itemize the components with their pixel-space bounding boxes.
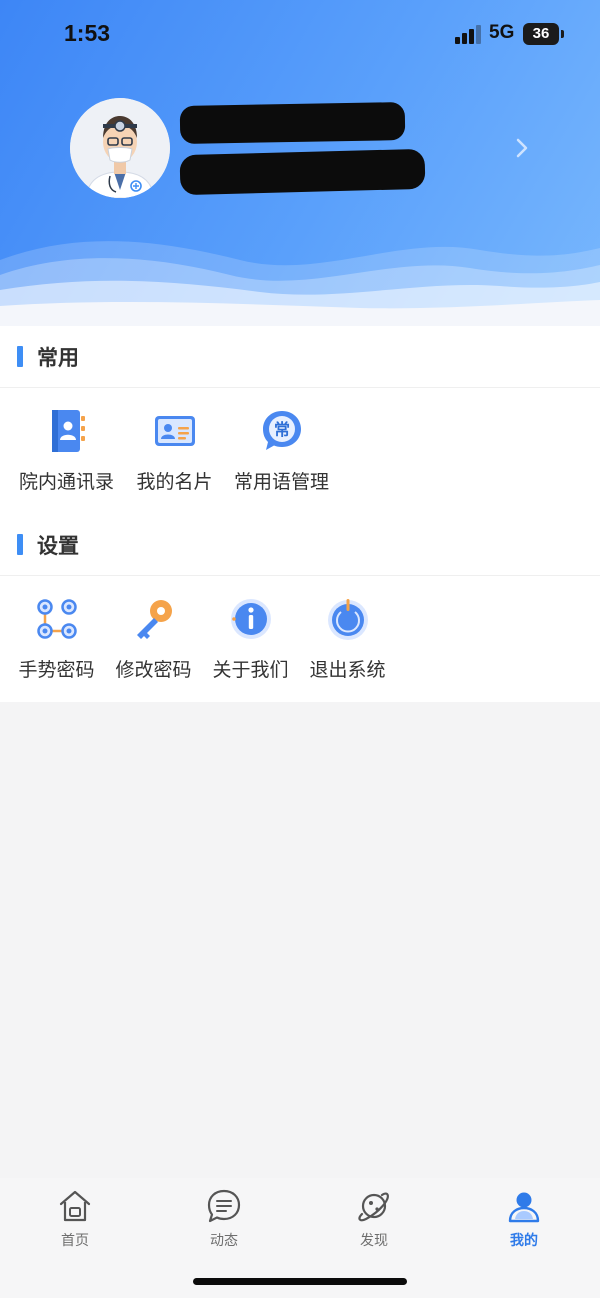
gesture-pattern-icon (36, 599, 77, 639)
section-settings: 设置 手势密码 修改密码 关于我们 退出系统 (0, 514, 600, 702)
logout-item[interactable]: 退出系统 (299, 596, 396, 682)
status-time: 1:53 (64, 20, 111, 46)
home-indicator[interactable] (193, 1278, 407, 1285)
key-icon (136, 600, 172, 639)
header-waves (0, 241, 600, 330)
avatar[interactable] (70, 98, 170, 198)
planet-icon (358, 1192, 389, 1222)
svg-text:常: 常 (273, 420, 289, 439)
home-icon (59, 1190, 91, 1222)
doctor-avatar-icon (70, 98, 170, 198)
section-settings-title: 设置 (37, 534, 79, 558)
common-phrases-item[interactable]: 常 常用语管理 (233, 408, 330, 494)
power-icon (327, 599, 368, 640)
tab-activity-label: 动态 (210, 1233, 238, 1249)
logout-label: 退出系统 (309, 659, 386, 681)
tab-activity[interactable]: 动态 (174, 1188, 274, 1250)
contacts-book-icon (51, 410, 85, 452)
my-card-item[interactable]: 我的名片 (126, 408, 223, 494)
signal-icon (455, 24, 483, 44)
about-us-label: 关于我们 (212, 659, 289, 681)
change-password-item[interactable]: 修改密码 (105, 596, 202, 682)
section-common-header: 常用 (0, 326, 600, 388)
common-phrases-icon: 常 (262, 411, 301, 450)
business-card-icon (154, 416, 195, 446)
common-phrases-label: 常用语管理 (233, 471, 329, 493)
about-us-item[interactable]: 关于我们 (202, 596, 299, 682)
battery-icon: 36 (523, 23, 559, 45)
change-password-label: 修改密码 (115, 659, 192, 681)
gesture-password-item[interactable]: 手势密码 (8, 596, 105, 682)
profile-header: 1:53 5G 36 (0, 0, 600, 330)
tab-home[interactable]: 首页 (25, 1188, 125, 1250)
section-settings-header: 设置 (0, 514, 600, 576)
contacts-item[interactable]: 院内通讯录 (18, 408, 115, 494)
battery-cap (561, 30, 564, 38)
tab-home-label: 首页 (61, 1233, 89, 1249)
redacted-subtitle (179, 148, 426, 196)
network-type: 5G (489, 22, 515, 43)
section-accent-bar (17, 346, 23, 367)
user-icon (508, 1192, 540, 1223)
info-icon (230, 599, 271, 639)
section-accent-bar (17, 534, 23, 555)
status-bar: 1:53 5G 36 (0, 0, 600, 70)
tab-discover-label: 发现 (360, 1233, 388, 1249)
redacted-name (179, 102, 406, 144)
tab-mine[interactable]: 我的 (474, 1188, 574, 1250)
tab-discover[interactable]: 发现 (324, 1188, 424, 1250)
section-common: 常用 院内通讯录 我的名片 常 常用语管理 (0, 326, 600, 514)
gesture-password-label: 手势密码 (18, 659, 95, 681)
my-card-label: 我的名片 (136, 471, 213, 493)
tab-mine-label: 我的 (510, 1233, 538, 1249)
chevron-right-icon[interactable] (508, 134, 536, 162)
contacts-label: 院内通讯录 (18, 471, 114, 493)
message-bubble-icon (207, 1189, 241, 1223)
section-common-title: 常用 (37, 346, 79, 370)
